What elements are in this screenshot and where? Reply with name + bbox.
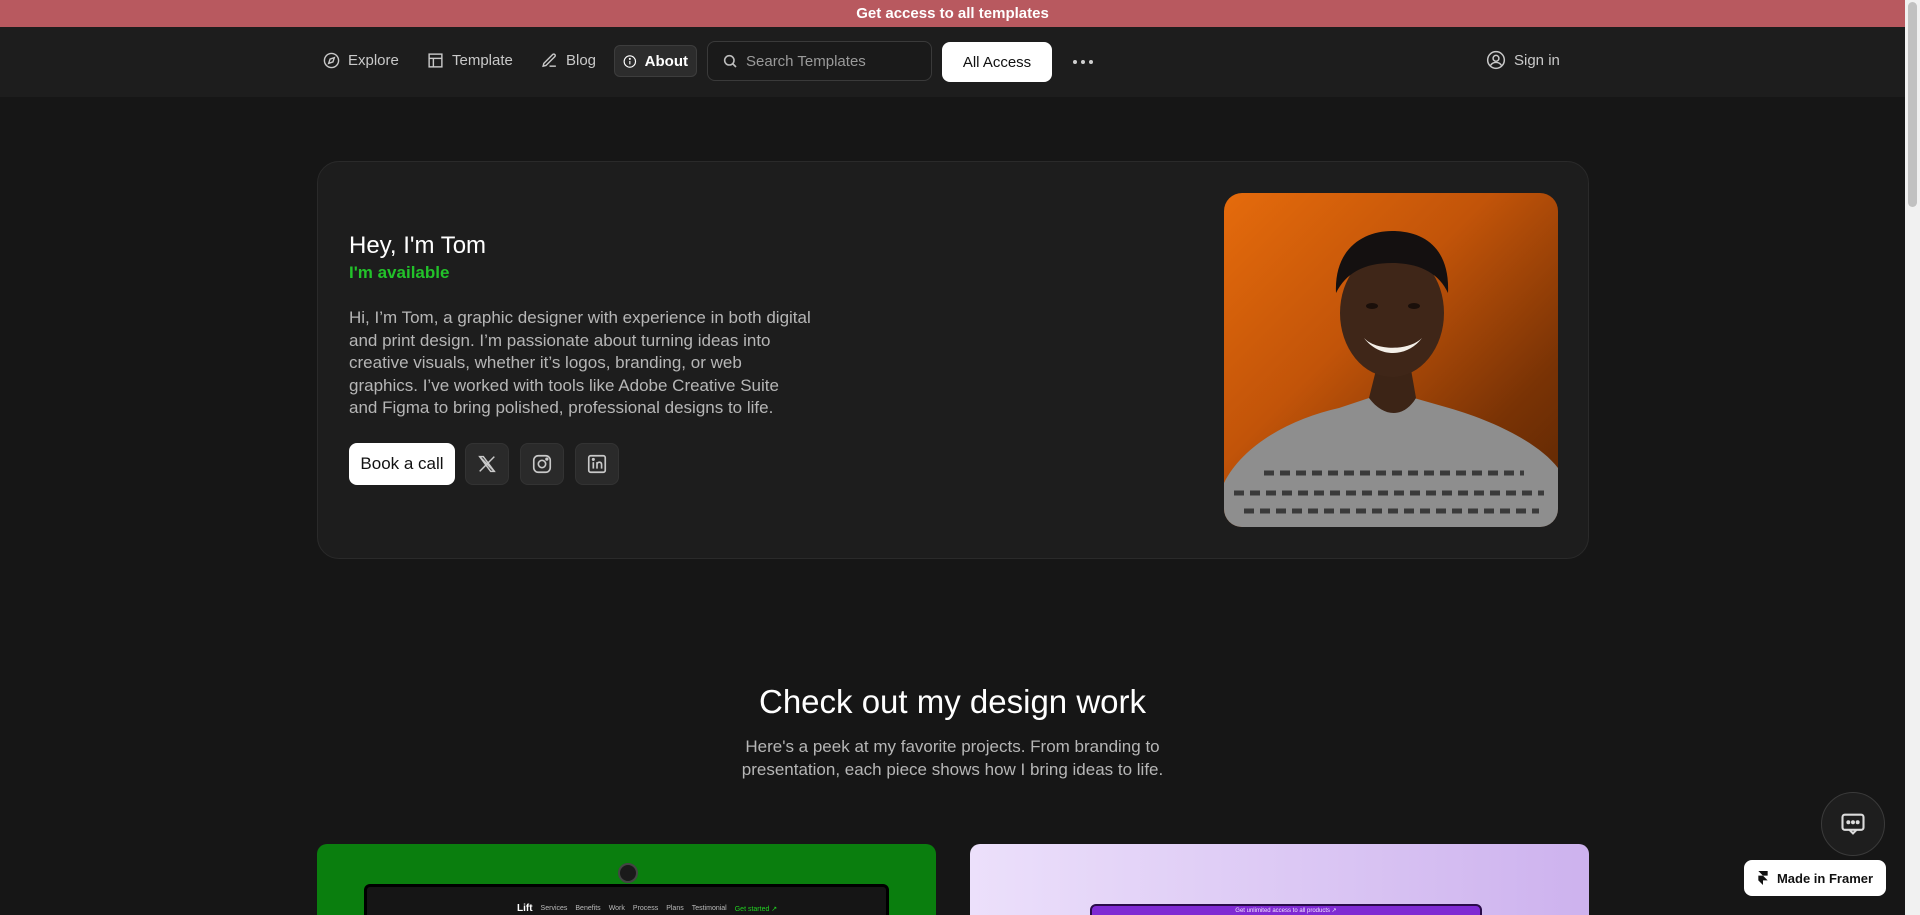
search-input[interactable]: Search Templates — [707, 41, 932, 81]
framer-logo-icon — [1758, 871, 1768, 885]
scrollbar-thumb[interactable] — [1908, 2, 1917, 207]
mini-promo-bar: Get unlimited access to all products ↗ — [1090, 904, 1482, 915]
instagram-link[interactable] — [520, 443, 564, 485]
mini-link: Plans — [666, 905, 684, 912]
x-link[interactable] — [465, 443, 509, 485]
more-horizontal-icon[interactable] — [1068, 47, 1098, 77]
mini-link: Process — [632, 905, 659, 912]
sign-in-button[interactable]: Sign in — [1486, 43, 1560, 77]
book-call-button[interactable]: Book a call — [349, 443, 455, 485]
chat-icon — [1841, 813, 1865, 835]
chat-button[interactable] — [1821, 792, 1885, 856]
compass-icon — [323, 52, 340, 68]
nav-blog-label: Blog — [566, 51, 597, 69]
sign-in-label: Sign in — [1514, 51, 1560, 69]
nav-about-label: About — [644, 52, 688, 70]
mini-cta: Get started ↗ — [734, 905, 778, 913]
mini-link: Testimonial — [691, 905, 727, 912]
nav-about[interactable]: About — [614, 45, 697, 77]
linkedin-link[interactable] — [575, 443, 619, 485]
nav-template[interactable]: Template — [419, 43, 521, 77]
vertical-scrollbar[interactable] — [1905, 0, 1920, 915]
profile-bio: Hi, I’m Tom, a graphic designer with exp… — [349, 308, 811, 417]
project-card-purple[interactable]: Get unlimited access to all products ↗ — [970, 844, 1589, 915]
mini-brand: Lift — [517, 903, 533, 914]
linkedin-icon — [587, 454, 607, 474]
search-placeholder: Search Templates — [746, 52, 866, 70]
user-circle-icon — [1486, 50, 1506, 70]
x-icon — [478, 455, 496, 473]
profile-heading: Hey, I'm Tom — [349, 232, 487, 259]
top-nav: Explore Template Blog About Search Templ… — [0, 27, 1905, 97]
webcam-icon — [618, 863, 638, 883]
info-icon — [623, 54, 637, 68]
profile-card: Hey, I'm Tom I'm available Hi, I’m Tom, … — [317, 161, 1589, 559]
promo-banner-text[interactable]: Get access to all templates — [856, 5, 1049, 22]
mini-link: Work — [608, 905, 625, 912]
mini-site-nav: Lift Services Benefits Work Process Plan… — [517, 903, 777, 914]
work-subtitle-line-1: Here's a peek at my favorite projects. F… — [745, 737, 1160, 756]
nav-explore-label: Explore — [348, 51, 399, 69]
work-section-subtitle: Here's a peek at my favorite projects. F… — [0, 735, 1905, 781]
grid-icon — [428, 52, 443, 68]
mini-link: Benefits — [575, 905, 601, 912]
profile-photo — [1224, 193, 1558, 527]
framer-badge-label: Made in Framer — [1776, 870, 1874, 886]
work-subtitle-line-2: presentation, each piece shows how I bri… — [741, 760, 1164, 779]
nav-explore[interactable]: Explore — [315, 43, 407, 77]
pen-icon — [542, 52, 556, 67]
work-section-title: Check out my design work — [759, 683, 1146, 720]
all-access-button[interactable]: All Access — [942, 42, 1052, 82]
nav-template-label: Template — [452, 51, 513, 69]
project-card-lift[interactable]: Lift Services Benefits Work Process Plan… — [317, 844, 936, 915]
search-icon — [723, 54, 737, 68]
nav-blog[interactable]: Blog — [533, 43, 604, 77]
promo-banner[interactable]: Get access to all templates — [0, 0, 1905, 27]
mini-link: Services — [540, 905, 568, 912]
instagram-icon — [532, 454, 552, 474]
availability-status: I'm available — [349, 263, 450, 282]
portrait-illustration — [1224, 231, 1558, 527]
made-in-framer-badge[interactable]: Made in Framer — [1744, 860, 1886, 896]
laptop-mockup: Lift Services Benefits Work Process Plan… — [364, 884, 889, 915]
